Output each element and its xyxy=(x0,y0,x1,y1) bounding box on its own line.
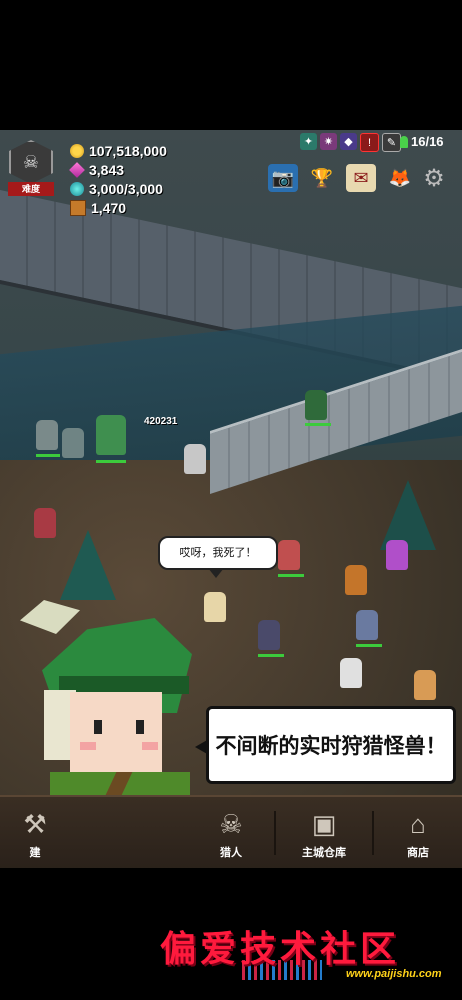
nav-shop-label: 商店 xyxy=(407,846,429,859)
hp-bar xyxy=(356,644,382,647)
divider xyxy=(372,811,374,855)
zombie-unit[interactable] xyxy=(62,428,84,458)
chest-icon xyxy=(70,199,86,216)
status-icons: ✦ ✷ ◆ ! ✎ xyxy=(300,133,401,152)
nav-hunters-label: 猎人 xyxy=(220,846,242,859)
fox-icon[interactable]: 🦊 xyxy=(385,164,415,192)
hp-bar xyxy=(36,454,60,457)
skull-icon: ☠ xyxy=(9,140,53,184)
alert-icon[interactable]: ! xyxy=(360,133,379,152)
beast-icon[interactable]: ◆ xyxy=(340,133,357,150)
camera-icon[interactable]: 📷 xyxy=(268,164,298,192)
damage-number: 420231 xyxy=(144,416,178,427)
blush xyxy=(142,742,158,750)
hunter-count: 16/16 xyxy=(411,134,444,149)
mail-icon[interactable]: ✉ xyxy=(346,164,376,192)
quick-menu: 📷 🏆 ✉ 🦊 xyxy=(268,164,415,192)
nav-shop[interactable]: ⌂ 商店 xyxy=(382,797,454,870)
gem-value: 3,843 xyxy=(89,161,125,178)
nav-build[interactable]: ⚒ 建 xyxy=(0,797,70,870)
crystal-value: 3,000/3,000 xyxy=(89,180,163,197)
person-icon xyxy=(400,135,408,148)
resource-panel: 107,518,000 3,843 3,000/3,000 1,470 xyxy=(69,141,167,217)
hp-bar xyxy=(96,460,126,463)
divider xyxy=(274,811,276,855)
build-icon: ⚒ xyxy=(23,809,47,839)
difficulty-badge[interactable]: ☠ 难度 xyxy=(6,140,56,200)
zombie-unit[interactable] xyxy=(36,420,58,450)
gold-coin-icon xyxy=(70,143,84,158)
watermark-url: www.paijishu.com xyxy=(346,968,442,980)
crystal-icon xyxy=(70,181,84,196)
shop-icon: ⌂ xyxy=(410,809,426,839)
blush xyxy=(80,742,96,750)
scroll-icon[interactable]: ✎ xyxy=(382,133,401,152)
eye xyxy=(136,720,144,734)
spider-icon[interactable]: ✷ xyxy=(320,133,337,150)
bottom-nav: ⚒ 建 ☠ 猎人 ▣ 主城仓库 ⌂ 商店 xyxy=(0,795,462,870)
hunter-counter: 16/16 xyxy=(400,134,444,149)
promo-bubble: 不间断的实时狩猎怪兽！ xyxy=(195,706,456,784)
pine-tree xyxy=(380,480,436,550)
monster-icon[interactable]: ✦ xyxy=(300,133,317,150)
hp-bar xyxy=(278,574,304,577)
pine-tree xyxy=(60,530,116,600)
chest-row: 1,470 xyxy=(70,198,167,217)
nav-warehouse-label: 主城仓库 xyxy=(302,846,346,859)
orc-unit[interactable] xyxy=(96,415,126,455)
difficulty-label: 难度 xyxy=(8,182,54,196)
hunter-unit[interactable] xyxy=(34,508,56,538)
watermark-title: 偏爱技术社区 xyxy=(160,929,401,970)
eye xyxy=(94,720,102,734)
skeleton-unit[interactable] xyxy=(340,658,362,688)
status-bar-area xyxy=(0,0,462,130)
hp-bar xyxy=(305,423,331,426)
hunter-unit[interactable] xyxy=(356,610,378,640)
chest-icon: ▣ xyxy=(311,809,337,839)
chest-value: 1,470 xyxy=(91,199,127,216)
trophy-icon[interactable]: 🏆 xyxy=(307,164,337,192)
nav-warehouse[interactable]: ▣ 主城仓库 xyxy=(284,797,364,870)
hunter-unit[interactable] xyxy=(278,540,300,570)
nav-hunters[interactable]: ☠ 猎人 xyxy=(196,797,266,870)
gear-icon[interactable]: ⚙ xyxy=(421,166,447,192)
gold-row: 107,518,000 xyxy=(70,141,167,160)
hp-bar xyxy=(258,654,284,657)
hunter-eyes xyxy=(94,720,146,736)
hunter-unit[interactable] xyxy=(305,390,327,420)
skull-icon: ☠ xyxy=(219,809,243,839)
hunter-unit[interactable] xyxy=(184,444,206,474)
crystal-row: 3,000/3,000 xyxy=(70,179,167,198)
feather xyxy=(20,600,80,634)
pink-gem-icon xyxy=(69,161,85,178)
gem-row: 3,843 xyxy=(69,160,167,179)
nav-build-label: 建 xyxy=(29,846,41,859)
hunter-unit[interactable] xyxy=(414,670,436,700)
hunter-unit[interactable] xyxy=(345,565,367,595)
hunter-unit[interactable] xyxy=(258,620,280,650)
speech-bubble: 哎呀，我死了！ xyxy=(158,536,278,578)
gold-value: 107,518,000 xyxy=(89,142,167,159)
hunter-unit[interactable] xyxy=(386,540,408,570)
